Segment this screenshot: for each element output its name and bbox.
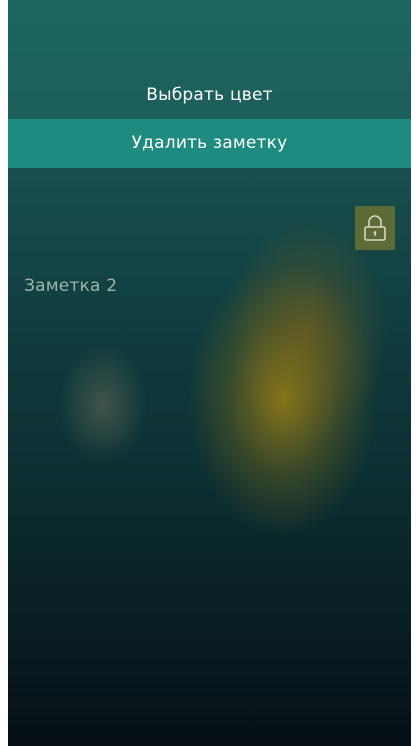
note-screen: Выбрать цвет Удалить заметку Заметка 2	[8, 0, 411, 746]
note-title[interactable]: Заметка 2	[24, 276, 117, 296]
context-menu: Выбрать цвет	[8, 0, 411, 119]
lock-open-icon	[364, 215, 386, 241]
pick-color-menu-item[interactable]: Выбрать цвет	[8, 74, 411, 116]
lock-button[interactable]	[355, 206, 395, 250]
delete-note-menu-item[interactable]: Удалить заметку	[8, 119, 411, 168]
